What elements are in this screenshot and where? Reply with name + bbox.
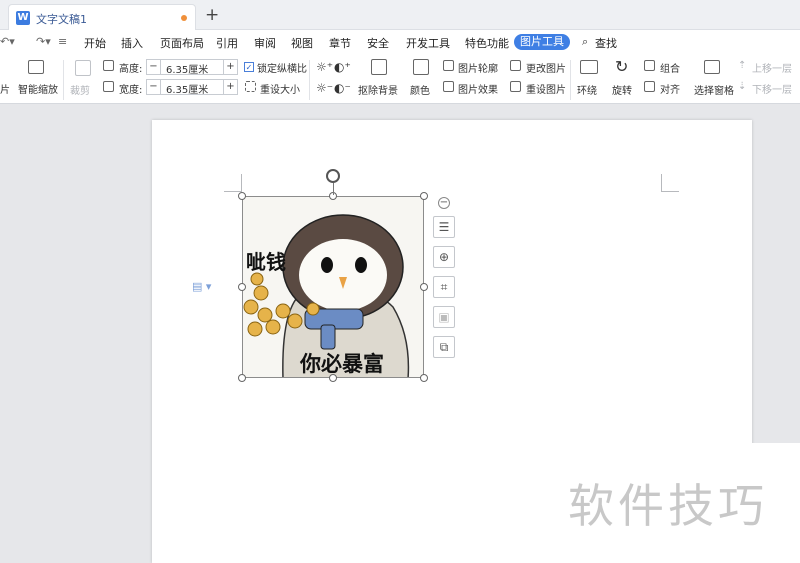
margin-corner-mark [224,174,242,192]
menu-security[interactable]: 安全 [367,35,389,51]
menu-insert[interactable]: 插入 [121,35,143,51]
tab-bar: W 文字文稿1 + [0,0,800,30]
new-tab-button[interactable]: + [205,5,219,25]
ribbon-separator [309,60,310,100]
undo-icon[interactable]: ↶▾ [0,35,15,48]
change-picture-button[interactable]: 更改图片 [526,60,566,75]
menu-developer[interactable]: 开发工具 [406,35,450,51]
rotate-handle-icon[interactable] [326,169,340,183]
picture-effect-icon[interactable] [443,81,454,92]
align-button[interactable]: 对齐 [660,81,680,96]
smart-scale-icon[interactable] [28,60,44,74]
menu-features[interactable]: 特色功能 [465,35,509,51]
height-increase-button[interactable]: + [223,60,237,74]
image-quality-icon[interactable]: ▣ [433,306,455,328]
selection-pane-button[interactable]: 选择窗格 [694,82,734,97]
zoom-preview-icon[interactable]: ⊕ [433,246,455,268]
brightness-up-icon[interactable]: ☼⁺ [316,60,333,74]
resize-handle-bottom-right[interactable] [420,374,428,382]
color-button[interactable]: 颜色 [410,82,430,97]
menu-home[interactable]: 开始 [84,35,106,51]
send-backward-icon[interactable]: ⇣ [738,81,746,92]
menu-bar: ↶▾ ↷▾ ≡ 开始 插入 页面布局 引用 审阅 视图 章节 安全 开发工具 特… [0,30,800,54]
crop-quick-icon[interactable]: ⌗ [433,276,455,298]
search-label[interactable]: 查找 [595,35,617,51]
writer-doc-icon: W [16,11,30,25]
reset-size-button[interactable]: 重设大小 [260,81,300,96]
collapse-toolbar-icon[interactable]: − [438,197,450,209]
picture-tools-ribbon: 片 智能缩放 裁剪 高度: − 6.35厘米 + 宽度: − 6.35厘米 + … [0,54,800,104]
remove-background-icon[interactable] [371,59,387,75]
redo-icon[interactable]: ↷▾ [36,35,51,48]
width-label: 宽度: [119,85,143,96]
crop-icon[interactable] [75,60,91,76]
copy-picture-icon[interactable]: ⧉ [433,336,455,358]
remove-background-button[interactable]: 抠除背景 [358,82,398,97]
selection-pane-icon[interactable] [704,60,720,74]
site-watermark: 软件技巧 [568,479,768,533]
rotate-button[interactable]: 旋转 [612,82,632,97]
resize-handle-top-left[interactable] [238,192,246,200]
ribbon-separator [63,60,64,100]
lock-ratio-checkbox[interactable]: ✓ [244,62,254,72]
wrap-button[interactable]: 环绕 [577,82,597,97]
group-button[interactable]: 组合 [660,60,680,75]
paragraph-layout-icon[interactable]: ▤ ▾ [192,280,211,293]
ribbon-cut-label[interactable]: 片 [0,81,10,96]
color-icon[interactable] [413,59,429,75]
change-picture-icon[interactable] [510,60,521,71]
meme-caption-bottom: 你必暴富 [300,352,384,376]
lock-ratio-label[interactable]: 锁定纵横比 [257,60,307,75]
picture-outline-button[interactable]: 图片轮廓 [458,60,498,75]
picture-effect-button[interactable]: 图片效果 [458,81,498,96]
reset-picture-button[interactable]: 重设图片 [526,81,566,96]
align-icon[interactable] [644,81,655,92]
bring-forward-button[interactable]: 上移一层 [752,60,792,75]
send-backward-button[interactable]: 下移一层 [752,81,792,96]
menu-chapter[interactable]: 章节 [329,35,351,51]
rotate-icon[interactable]: ↻ [615,57,628,76]
ribbon-separator [570,60,571,100]
menu-picture-tools[interactable]: 图片工具 [514,34,570,50]
width-stepper[interactable]: − 6.35厘米 + [146,79,238,96]
menu-view[interactable]: 视图 [291,35,313,51]
bring-forward-icon[interactable]: ⇡ [738,60,746,71]
margin-corner-mark [661,174,679,192]
quick-access-menu-icon[interactable]: ≡ [58,35,67,48]
menu-references[interactable]: 引用 [216,35,238,51]
height-value[interactable]: 6.35厘米 [166,61,208,76]
contrast-down-icon[interactable]: ◐⁻ [334,81,351,95]
picture-outline-icon[interactable] [443,60,454,71]
reset-picture-icon[interactable] [510,81,521,92]
layout-options-icon[interactable]: ☰ [433,216,455,238]
menu-review[interactable]: 审阅 [254,35,276,51]
menu-page-layout[interactable]: 页面布局 [160,35,204,51]
resize-handle-left[interactable] [238,283,246,291]
contrast-up-icon[interactable]: ◐⁺ [334,60,351,74]
document-tab-title: 文字文稿1 [36,13,87,26]
reset-size-icon[interactable] [245,81,256,92]
height-icon [103,60,114,71]
resize-handle-right[interactable] [420,283,428,291]
height-label: 高度: [119,64,143,75]
brightness-down-icon[interactable]: ☼⁻ [316,81,333,95]
crop-button[interactable]: 裁剪 [70,82,90,97]
height-decrease-button[interactable]: − [147,60,161,74]
meme-caption-top: 呲钱 [246,250,286,274]
resize-handle-top-right[interactable] [420,192,428,200]
wrap-text-icon[interactable] [580,60,598,74]
rotate-handle-stem [333,183,334,195]
height-stepper[interactable]: − 6.35厘米 + [146,59,238,76]
resize-handle-bottom-left[interactable] [238,374,246,382]
smart-scale-button[interactable]: 智能缩放 [18,81,58,96]
width-decrease-button[interactable]: − [147,80,161,94]
unsaved-dot-icon [181,15,187,21]
width-icon [103,81,114,92]
resize-handle-bottom[interactable] [329,374,337,382]
group-icon[interactable] [644,60,655,71]
width-increase-button[interactable]: + [223,80,237,94]
width-value[interactable]: 6.35厘米 [166,81,208,96]
search-icon[interactable]: ⌕ [582,35,588,49]
document-tab[interactable]: W 文字文稿1 [8,4,196,30]
